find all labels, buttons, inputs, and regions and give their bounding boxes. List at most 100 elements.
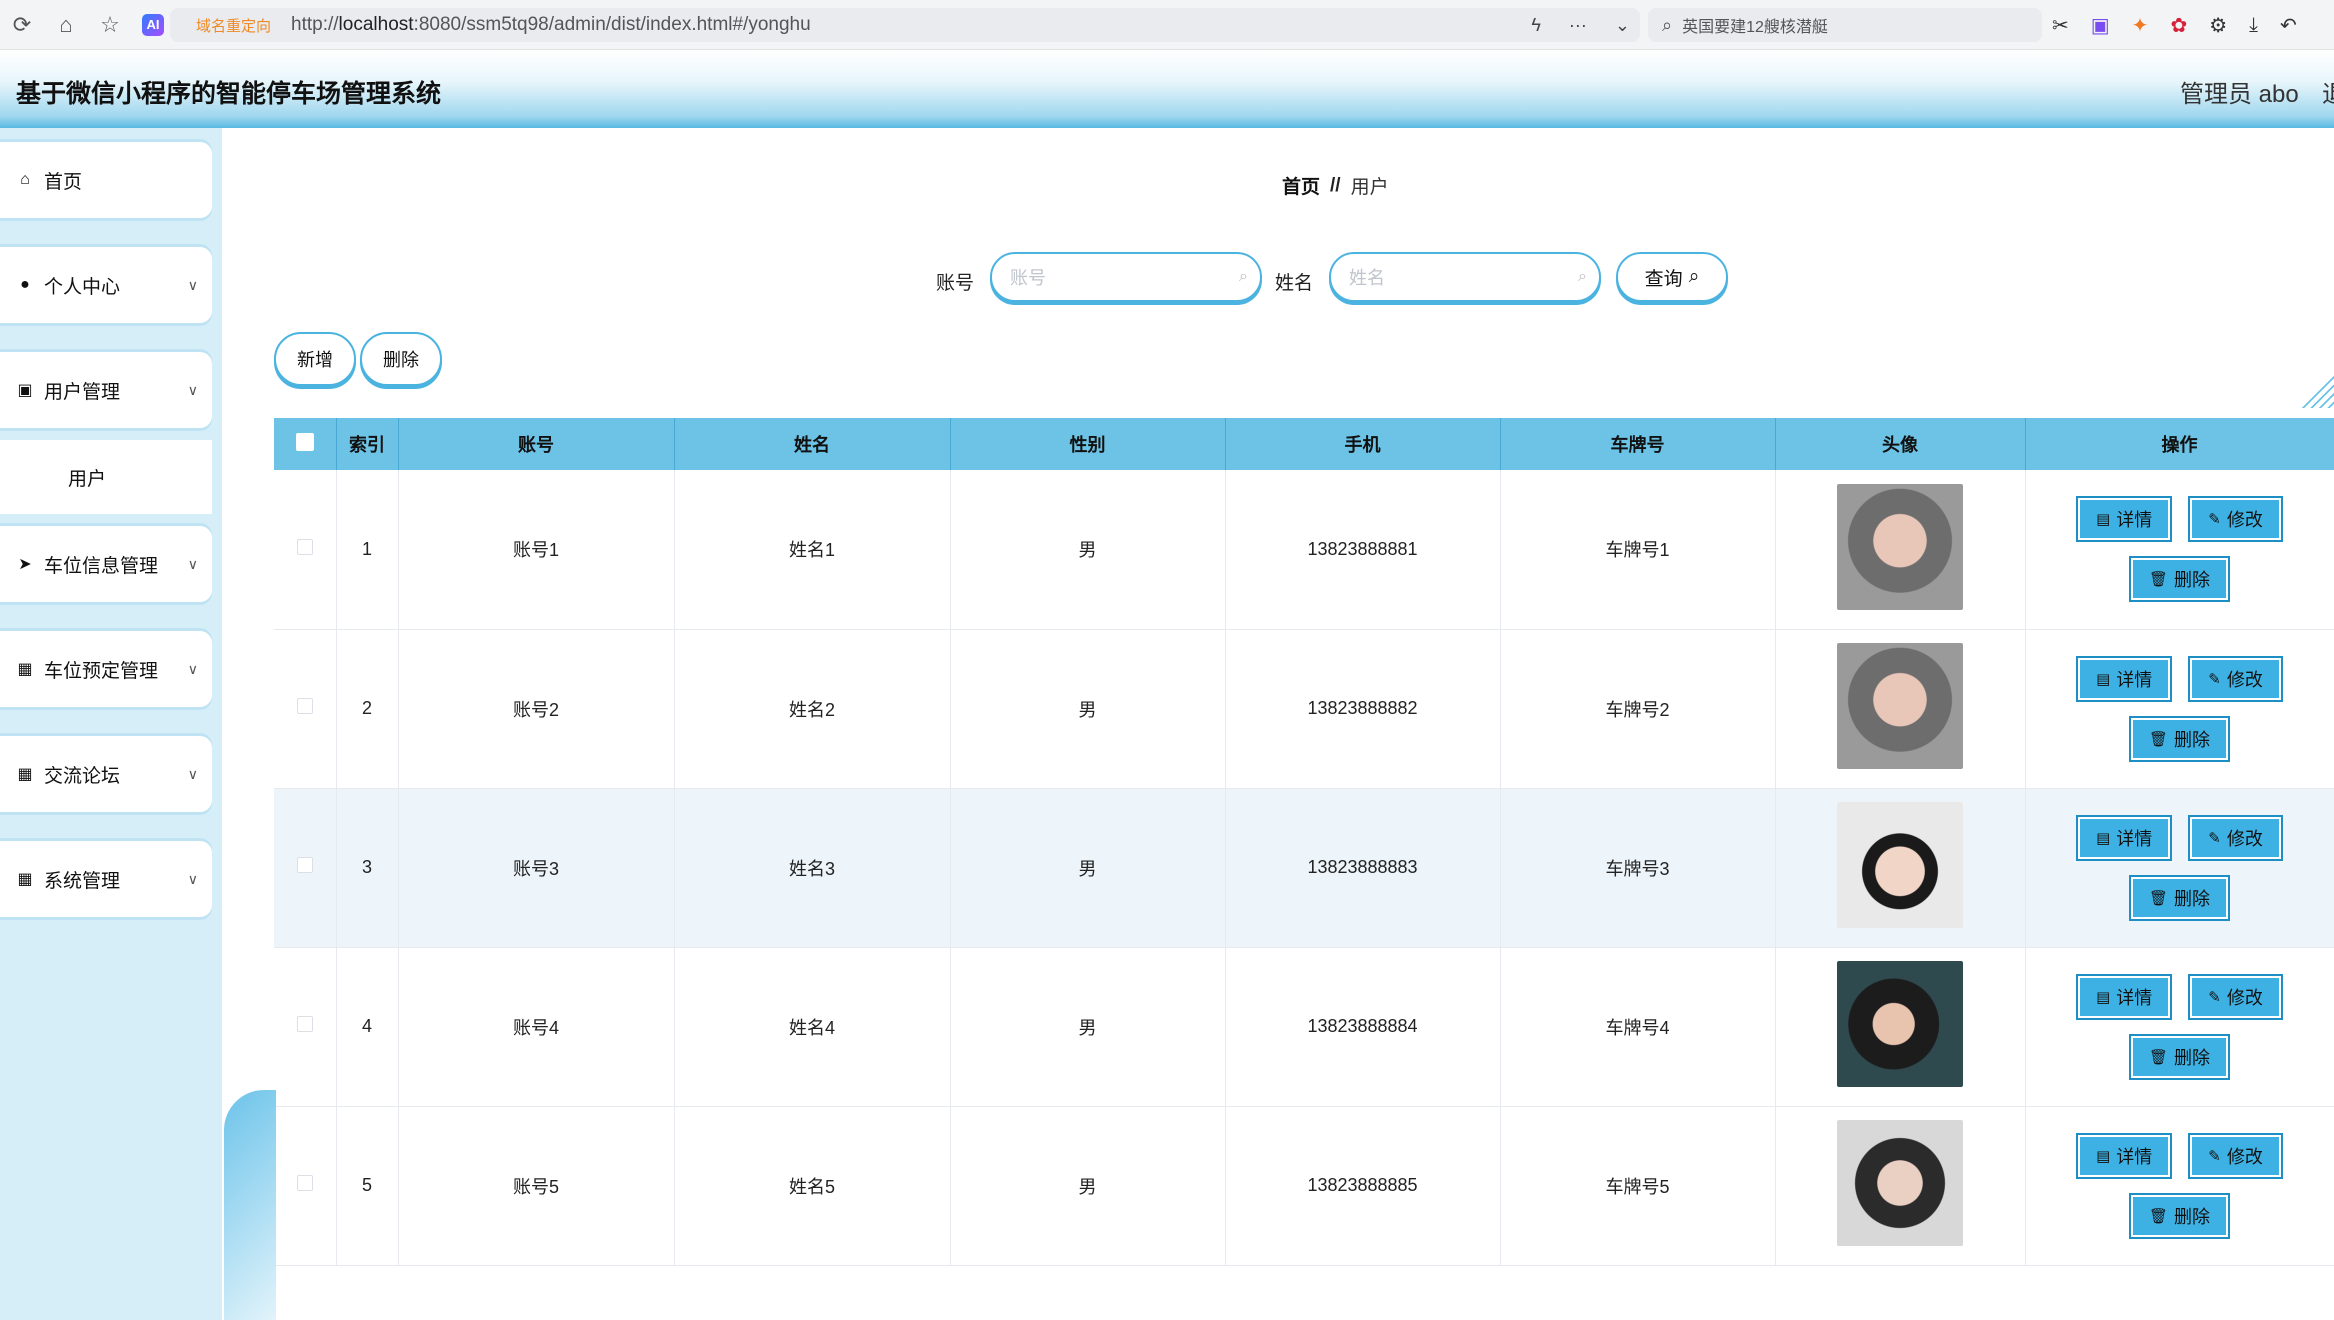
- trash-icon: 🗑: [2148, 1048, 2169, 1066]
- corner-decoration: [2298, 372, 2334, 408]
- delete-button[interactable]: 🗑 删除: [2128, 556, 2231, 603]
- user-icon: ●: [20, 276, 30, 293]
- row-checkbox[interactable]: [296, 1175, 313, 1191]
- account-cell: 账号5: [398, 1106, 675, 1266]
- search-icon: ⌕: [1578, 268, 1587, 285]
- favorites-icon[interactable]: ☆: [88, 0, 132, 50]
- search-icon: ⌕: [1688, 266, 1700, 287]
- gender-cell: 男: [950, 470, 1226, 630]
- column-header: 车牌号: [1500, 418, 1776, 470]
- delete-button[interactable]: 🗑 删除: [2128, 1033, 2231, 1080]
- sidebar-subitem-user[interactable]: 用户: [0, 440, 212, 514]
- column-header: 姓名: [674, 418, 951, 470]
- search-icon: ⌕: [1239, 268, 1248, 285]
- grid-icon: ▦: [17, 766, 33, 783]
- sidebar-item-parking-reservation[interactable]: ▦ 车位预定管理 ∨: [0, 631, 212, 707]
- query-button[interactable]: 查询 ⌕: [1616, 252, 1728, 302]
- edit-button[interactable]: ✎ 修改: [2188, 655, 2283, 702]
- pencil-icon: ✎: [2208, 988, 2221, 1006]
- edit-button[interactable]: ✎ 修改: [2188, 814, 2283, 861]
- phone-cell: 13823888885: [1225, 1106, 1501, 1266]
- row-checkbox[interactable]: [296, 538, 313, 555]
- select-all-checkbox[interactable]: [295, 432, 314, 451]
- detail-button[interactable]: ▤ 详情: [2076, 655, 2173, 702]
- sidebar-item-user-management[interactable]: ▣ 用户管理 ∨: [0, 352, 212, 428]
- admin-name[interactable]: 管理员 abo: [2180, 74, 2299, 109]
- chevron-down-icon[interactable]: ⌄: [1615, 15, 1630, 36]
- plate-cell: 车牌号2: [1500, 629, 1776, 789]
- address-bar[interactable]: 域名重定向 http://localhost:8080/ssm5tq98/adm…: [170, 8, 1640, 42]
- edit-button[interactable]: ✎ 修改: [2188, 1132, 2283, 1179]
- document-icon: ▤: [2096, 1147, 2111, 1165]
- trash-icon: 🗑: [2148, 571, 2169, 589]
- name-cell: 姓名4: [674, 947, 951, 1107]
- column-header: 索引: [336, 418, 399, 470]
- edit-button[interactable]: ✎ 修改: [2188, 496, 2283, 543]
- name-cell: 姓名1: [674, 470, 951, 630]
- detail-button[interactable]: ▤ 详情: [2076, 1132, 2173, 1179]
- row-checkbox[interactable]: [296, 857, 313, 873]
- sidebar-item-label: 个人中心: [44, 276, 121, 298]
- row-checkbox[interactable]: [296, 1016, 313, 1032]
- plate-cell: 车牌号4: [1500, 947, 1776, 1107]
- account-cell: 账号4: [398, 947, 675, 1107]
- undo-icon[interactable]: ↶: [2280, 13, 2297, 38]
- gender-cell: 男: [950, 1106, 1226, 1266]
- row-checkbox[interactable]: [296, 698, 313, 714]
- phone-cell: 13823888884: [1225, 947, 1501, 1107]
- table-row: 2 账号2 姓名2 男 13823888882 车牌号2 ▤ 详情 ✎ 修改 🗑 删除: [274, 629, 2334, 789]
- avatar: [1837, 802, 1963, 928]
- select-all-cell[interactable]: [274, 418, 337, 470]
- reload-icon[interactable]: ⟳: [0, 0, 44, 50]
- table-header-row: 索引 账号 姓名 性别 手机 车牌号 头像 操作: [274, 418, 2334, 470]
- sidebar-item-personal-center[interactable]: ● 个人中心 ∨: [0, 247, 212, 323]
- add-button[interactable]: 新增: [274, 332, 356, 386]
- account-input[interactable]: 账号 ⌕: [990, 252, 1262, 302]
- delete-selected-button[interactable]: 删除: [360, 332, 442, 386]
- sidebar-item-forum[interactable]: ▦ 交流论坛 ∨: [0, 736, 212, 812]
- gender-cell: 男: [950, 629, 1226, 789]
- delete-button[interactable]: 🗑 删除: [2128, 1192, 2231, 1239]
- name-cell: 姓名2: [674, 629, 951, 789]
- lightning-icon[interactable]: ϟ: [1531, 15, 1541, 36]
- name-input[interactable]: 姓名 ⌕: [1329, 252, 1601, 302]
- name-cell: 姓名5: [674, 1106, 951, 1266]
- ai-assistant-icon[interactable]: AI: [142, 13, 164, 36]
- sidebar-item-home[interactable]: ⌂ 首页: [0, 142, 212, 218]
- avatar: [1837, 961, 1963, 1087]
- delete-button[interactable]: 🗑 删除: [2128, 715, 2231, 762]
- detail-button[interactable]: ▤ 详情: [2076, 496, 2173, 543]
- translate-icon[interactable]: ▣: [2091, 13, 2110, 38]
- game-icon[interactable]: ✦: [2132, 13, 2149, 38]
- download-icon[interactable]: ⤓: [2249, 14, 2258, 37]
- edit-button[interactable]: ✎ 修改: [2188, 973, 2283, 1020]
- grid-icon: ▦: [17, 661, 33, 678]
- detail-button[interactable]: ▤ 详情: [2076, 814, 2173, 861]
- home-icon[interactable]: ⌂: [44, 0, 88, 50]
- pencil-icon: ✎: [2208, 1147, 2221, 1165]
- column-header: 操作: [2025, 418, 2334, 470]
- delete-button[interactable]: 🗑 删除: [2128, 874, 2231, 921]
- exit-link[interactable]: 退: [2322, 74, 2334, 109]
- huawei-icon[interactable]: ✿: [2170, 13, 2187, 38]
- sidebar-item-system[interactable]: ▦ 系统管理 ∨: [0, 841, 212, 917]
- sidebar-item-parking-info[interactable]: ➤ 车位信息管理 ∨: [0, 526, 212, 602]
- sidebar-item-label: 用户管理: [44, 381, 121, 403]
- scissors-icon[interactable]: ✂: [2052, 13, 2069, 38]
- column-header: 手机: [1225, 418, 1501, 470]
- chevron-down-icon: ∨: [187, 660, 198, 677]
- detail-button[interactable]: ▤ 详情: [2076, 973, 2173, 1020]
- sidebar: ⌂ 首页 ● 个人中心 ∨ ▣ 用户管理 ∨ 用户 ➤ 车位信息管理 ∨ ▦ 车…: [0, 128, 222, 1320]
- account-label: 账号: [936, 273, 975, 294]
- index-cell: 1: [336, 470, 399, 630]
- document-icon: ▤: [2096, 988, 2111, 1006]
- avatar: [1837, 483, 1963, 610]
- index-cell: 3: [336, 788, 399, 948]
- browser-search-box[interactable]: ⌕ 英国要建12艘核潜艇: [1648, 8, 2042, 42]
- sidebar-item-label: 用户: [68, 468, 107, 490]
- more-icon[interactable]: ···: [1569, 15, 1587, 36]
- extensions-icon[interactable]: ⚙: [2209, 13, 2227, 38]
- breadcrumb-home[interactable]: 首页: [1282, 172, 1320, 199]
- chevron-down-icon: ∨: [187, 765, 198, 782]
- chevron-down-icon: ∨: [187, 555, 198, 572]
